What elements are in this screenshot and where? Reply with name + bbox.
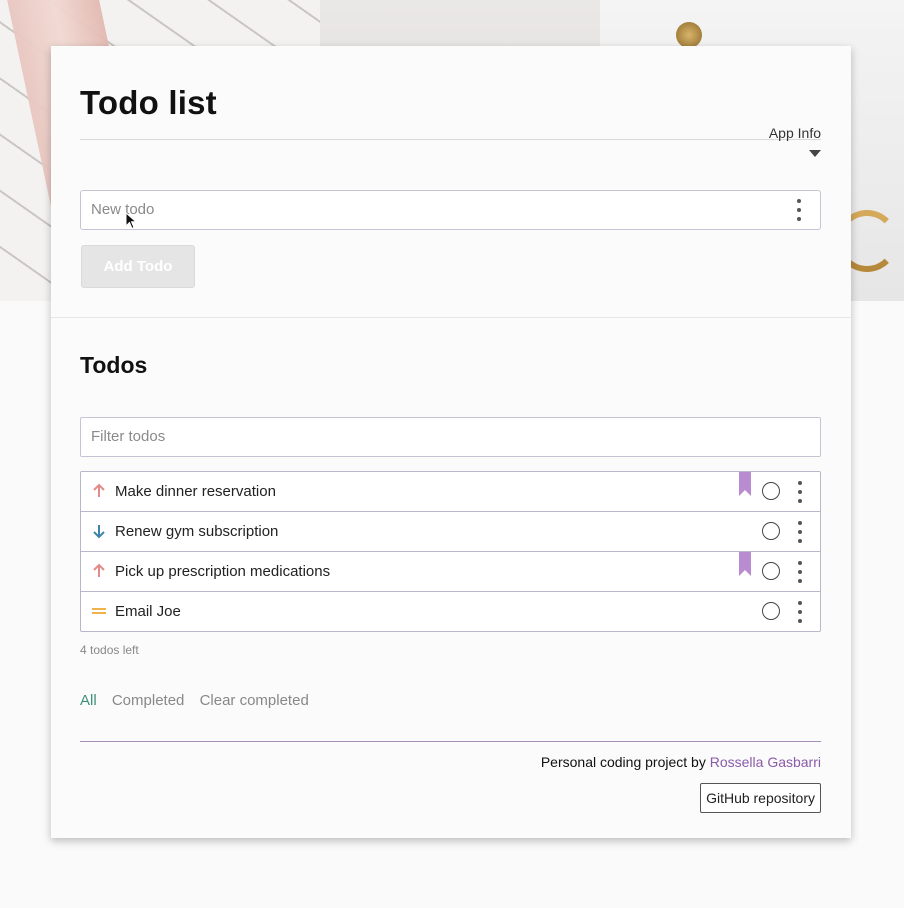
complete-toggle[interactable] — [762, 482, 780, 500]
gold-pin-image — [676, 22, 702, 48]
todos-heading: Todos — [80, 352, 148, 378]
caret-down-icon[interactable] — [809, 150, 821, 157]
footer-divider — [80, 741, 821, 742]
clear-completed-link[interactable]: Clear completed — [200, 692, 309, 709]
todo-options-icon[interactable] — [793, 601, 807, 623]
add-todo-button[interactable]: Add Todo — [81, 245, 195, 288]
todo-app-card: Todo list App Info Add Todo Todos Make d… — [51, 46, 851, 838]
arrow-down-icon — [93, 525, 105, 539]
todo-label: Email Joe — [115, 603, 181, 620]
footer-credit: Personal coding project by Rossella Gasb… — [541, 754, 821, 770]
todo-label: Renew gym subscription — [115, 523, 279, 540]
filter-field — [80, 417, 821, 457]
todo-options-icon[interactable] — [793, 481, 807, 503]
todo-label: Make dinner reservation — [115, 483, 276, 500]
filter-completed-link[interactable]: Completed — [112, 692, 185, 709]
mouse-cursor-icon — [125, 212, 137, 230]
author-link[interactable]: Rossella Gasbarri — [710, 754, 821, 770]
todo-label: Pick up prescription medications — [115, 563, 331, 580]
github-repository-button[interactable]: GitHub repository — [700, 783, 821, 813]
app-info-toggle[interactable]: App Info — [769, 125, 821, 141]
equals-icon — [92, 608, 106, 614]
credit-text: Personal coding project by — [540, 754, 706, 770]
todos-left-count: 4 todos left — [80, 643, 139, 657]
complete-toggle[interactable] — [762, 562, 780, 580]
todo-item[interactable]: Renew gym subscription — [81, 512, 820, 552]
complete-toggle[interactable] — [762, 522, 780, 540]
filter-all-link[interactable]: All — [80, 692, 97, 709]
new-todo-field — [80, 190, 821, 230]
section-divider — [51, 317, 851, 318]
bookmark-icon[interactable] — [739, 552, 751, 576]
arrow-up-icon — [93, 483, 105, 497]
filter-links: All Completed Clear completed — [80, 692, 320, 709]
todo-item[interactable]: Make dinner reservation — [81, 472, 820, 512]
filter-todos-input[interactable] — [81, 418, 771, 454]
new-todo-options-icon[interactable] — [792, 199, 806, 221]
todo-item[interactable]: Pick up prescription medications — [81, 552, 820, 592]
arrow-up-icon — [93, 563, 105, 577]
todo-options-icon[interactable] — [793, 561, 807, 583]
title-divider — [80, 139, 821, 140]
page-title: Todo list — [80, 84, 217, 121]
bookmark-icon[interactable] — [739, 472, 751, 496]
new-todo-input[interactable] — [81, 191, 771, 227]
todo-item[interactable]: Email Joe — [81, 592, 820, 631]
todo-list: Make dinner reservation Renew gym subscr… — [80, 471, 821, 632]
todo-options-icon[interactable] — [793, 521, 807, 543]
complete-toggle[interactable] — [762, 602, 780, 620]
